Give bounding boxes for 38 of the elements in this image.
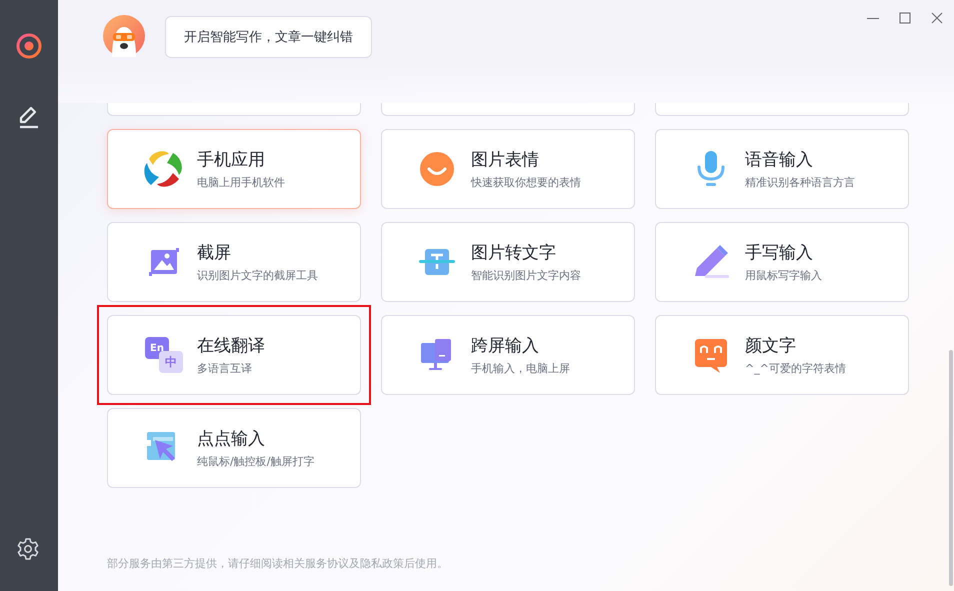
mascot-avatar[interactable] <box>103 15 145 57</box>
tool-description: 用鼠标写字输入 <box>745 268 822 283</box>
tool-description: 精准识别各种语言方言 <box>745 175 855 190</box>
tool-title: 跨屏输入 <box>471 335 540 357</box>
tool-title: 在线翻译 <box>197 335 265 357</box>
tool-title: 手机应用 <box>197 149 266 171</box>
tool-description: ^_^可爱的字符表情 <box>745 361 846 376</box>
tool-card[interactable]: En 中 在线翻译 多语言互译 <box>107 315 361 395</box>
tool-title: 图片表情 <box>471 149 540 171</box>
tool-card[interactable]: 跨屏输入 手机输入，电脑上屏 <box>381 315 635 395</box>
maximize-icon <box>899 12 911 24</box>
tool-card[interactable]: 手机应用 电脑上用手机软件 <box>107 129 361 209</box>
tool-card[interactable]: 图片转文字 智能识别图片文字内容 <box>381 222 635 302</box>
tool-description: 纯鼠标/触控板/触屏打字 <box>197 454 314 469</box>
tool-card[interactable]: 点点输入 纯鼠标/触控板/触屏打字 <box>107 408 361 488</box>
tool-description: 智能识别图片文字内容 <box>471 268 581 283</box>
tool-title: 点点输入 <box>197 428 266 450</box>
tool-description: 识别图片文字的截屏工具 <box>197 268 318 283</box>
tool-card[interactable]: 截屏 识别图片文字的截屏工具 <box>107 222 361 302</box>
tool-title: 图片转文字 <box>471 242 557 264</box>
tool-title: 颜文字 <box>745 335 797 357</box>
logo-icon[interactable] <box>16 33 42 59</box>
tool-description: 快速获取你想要的表情 <box>471 175 581 190</box>
disclaimer-text: 部分服务由第三方提供，请仔细阅读相关服务协议及隐私政策后使用。 <box>106 556 449 571</box>
tool-description: 电脑上用手机软件 <box>197 175 285 190</box>
scrollbar-thumb[interactable] <box>949 350 953 586</box>
tool-description: 手机输入，电脑上屏 <box>471 361 570 376</box>
close-icon <box>931 12 943 24</box>
tip-bubble[interactable]: 开启智能写作，文章一键纠错 <box>165 16 372 58</box>
tool-description: 多语言互译 <box>197 361 253 376</box>
tool-card[interactable]: 图片表情 快速获取你想要的表情 <box>381 129 635 209</box>
tool-card[interactable]: 语音输入 精准识别各种语言方言 <box>655 129 909 209</box>
tool-title: 语音输入 <box>745 149 814 171</box>
tool-title: 截屏 <box>197 242 232 264</box>
tool-card[interactable]: 颜文字 ^_^可爱的字符表情 <box>655 315 909 395</box>
tool-title: 手写输入 <box>745 242 814 264</box>
tool-card[interactable]: 手写输入 用鼠标写字输入 <box>655 222 909 302</box>
settings-icon[interactable] <box>16 537 40 561</box>
